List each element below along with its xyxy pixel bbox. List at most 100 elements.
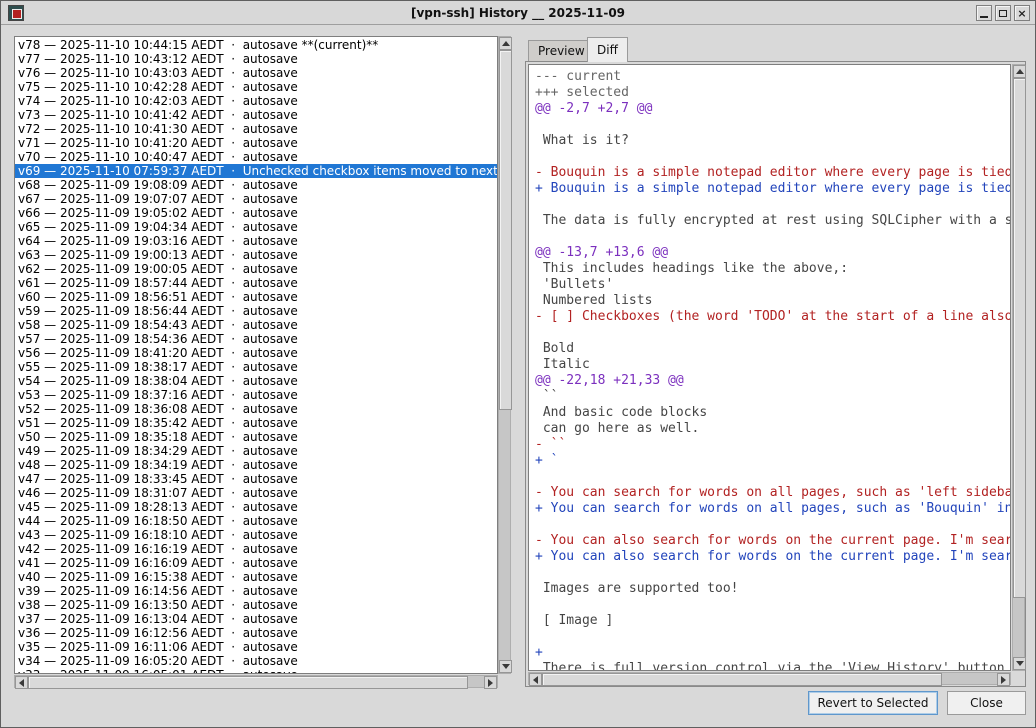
list-item[interactable]: v34 — 2025-11-09 16:05:20 AEDT · autosav…: [18, 654, 497, 668]
diff-line: @@ -2,7 +2,7 @@: [535, 101, 1010, 117]
list-item[interactable]: v49 — 2025-11-09 18:34:29 AEDT · autosav…: [18, 444, 497, 458]
close-button[interactable]: Close: [947, 691, 1026, 715]
list-item[interactable]: v57 — 2025-11-09 18:54:36 AEDT · autosav…: [18, 332, 497, 346]
history-horizontal-scrollbar[interactable]: [14, 675, 498, 688]
list-item[interactable]: v53 — 2025-11-09 18:37:16 AEDT · autosav…: [18, 388, 497, 402]
list-item[interactable]: v77 — 2025-11-10 10:43:12 AEDT · autosav…: [18, 52, 497, 66]
list-item[interactable]: v59 — 2025-11-09 18:56:44 AEDT · autosav…: [18, 304, 497, 318]
list-item[interactable]: v66 — 2025-11-09 19:05:02 AEDT · autosav…: [18, 206, 497, 220]
list-item[interactable]: v55 — 2025-11-09 18:38:17 AEDT · autosav…: [18, 360, 497, 374]
list-item[interactable]: v56 — 2025-11-09 18:41:20 AEDT · autosav…: [18, 346, 497, 360]
list-item[interactable]: v50 — 2025-11-09 18:35:18 AEDT · autosav…: [18, 430, 497, 444]
diff-line: [535, 325, 1010, 341]
revert-button-label: Revert to Selected: [818, 696, 929, 710]
list-item[interactable]: v45 — 2025-11-09 18:28:13 AEDT · autosav…: [18, 500, 497, 514]
scroll-up-arrow[interactable]: [1013, 65, 1026, 78]
diff-vertical-scrollbar[interactable]: [1012, 64, 1025, 671]
tab-diff[interactable]: Diff: [587, 37, 628, 62]
scroll-right-arrow[interactable]: [997, 673, 1010, 686]
scroll-right-arrow[interactable]: [484, 676, 497, 689]
diff-line: [535, 469, 1010, 485]
list-item[interactable]: v74 — 2025-11-10 10:42:03 AEDT · autosav…: [18, 94, 497, 108]
list-item[interactable]: v41 — 2025-11-09 16:16:09 AEDT · autosav…: [18, 556, 497, 570]
diff-line: - [ ] Checkboxes (the word 'TODO' at the…: [535, 309, 1010, 325]
scrollbar-thumb[interactable]: [542, 673, 942, 686]
history-window: [vpn-ssh] History __ 2025-11-09 × v78 — …: [0, 0, 1036, 728]
scroll-left-arrow[interactable]: [529, 673, 542, 686]
list-item[interactable]: v76 — 2025-11-10 10:43:03 AEDT · autosav…: [18, 66, 497, 80]
list-item[interactable]: v46 — 2025-11-09 18:31:07 AEDT · autosav…: [18, 486, 497, 500]
close-button-label: Close: [970, 696, 1003, 710]
history-list[interactable]: v78 — 2025-11-10 10:44:15 AEDT · autosav…: [14, 36, 498, 674]
diff-horizontal-scrollbar[interactable]: [528, 672, 1011, 685]
list-item[interactable]: v38 — 2025-11-09 16:13:50 AEDT · autosav…: [18, 598, 497, 612]
history-vertical-scrollbar[interactable]: [498, 36, 511, 674]
diff-line: There is full version control via the 'V…: [535, 661, 1010, 671]
diff-text: --- current+++ selected@@ -2,7 +2,7 @@ W…: [528, 64, 1011, 671]
diff-pane: --- current+++ selected@@ -2,7 +2,7 @@ W…: [525, 61, 1026, 687]
list-item[interactable]: v62 — 2025-11-09 19:00:05 AEDT · autosav…: [18, 262, 497, 276]
list-item[interactable]: v64 — 2025-11-09 19:03:16 AEDT · autosav…: [18, 234, 497, 248]
list-item[interactable]: v63 — 2025-11-09 19:00:13 AEDT · autosav…: [18, 248, 497, 262]
scrollbar-thumb[interactable]: [1013, 78, 1026, 598]
scrollbar-thumb[interactable]: [499, 50, 512, 410]
list-item[interactable]: v73 — 2025-11-10 10:41:42 AEDT · autosav…: [18, 108, 497, 122]
list-item[interactable]: v65 — 2025-11-09 19:04:34 AEDT · autosav…: [18, 220, 497, 234]
triangle-up-icon: [1016, 69, 1024, 74]
tab-preview[interactable]: Preview: [528, 40, 595, 61]
minimize-button[interactable]: [976, 5, 992, 21]
list-item[interactable]: v33 — 2025-11-09 16:05:01 AEDT · autosav…: [18, 668, 497, 674]
diff-line: The data is fully encrypted at rest usin…: [535, 213, 1010, 229]
list-item[interactable]: v47 — 2025-11-09 18:33:45 AEDT · autosav…: [18, 472, 497, 486]
scroll-down-arrow[interactable]: [499, 660, 512, 673]
triangle-up-icon: [502, 41, 510, 46]
titlebar[interactable]: [vpn-ssh] History __ 2025-11-09 ×: [1, 1, 1035, 25]
list-item[interactable]: v51 — 2025-11-09 18:35:42 AEDT · autosav…: [18, 416, 497, 430]
diff-line: [535, 629, 1010, 645]
list-item[interactable]: v69 — 2025-11-10 07:59:37 AEDT · Uncheck…: [15, 164, 497, 178]
diff-line: [535, 197, 1010, 213]
list-item[interactable]: v78 — 2025-11-10 10:44:15 AEDT · autosav…: [18, 38, 497, 52]
triangle-down-icon: [1016, 661, 1024, 666]
list-item[interactable]: v37 — 2025-11-09 16:13:04 AEDT · autosav…: [18, 612, 497, 626]
triangle-left-icon: [533, 676, 538, 684]
list-item[interactable]: v40 — 2025-11-09 16:15:38 AEDT · autosav…: [18, 570, 497, 584]
maximize-icon: [999, 10, 1007, 17]
list-item[interactable]: v44 — 2025-11-09 16:18:50 AEDT · autosav…: [18, 514, 497, 528]
diff-line: And basic code blocks: [535, 405, 1010, 421]
list-item[interactable]: v52 — 2025-11-09 18:36:08 AEDT · autosav…: [18, 402, 497, 416]
scroll-down-arrow[interactable]: [1013, 657, 1026, 670]
triangle-right-icon: [1001, 676, 1006, 684]
maximize-button[interactable]: [995, 5, 1011, 21]
scrollbar-thumb[interactable]: [28, 676, 468, 689]
list-item[interactable]: v67 — 2025-11-09 19:07:07 AEDT · autosav…: [18, 192, 497, 206]
titlebar-close-button[interactable]: ×: [1014, 5, 1030, 21]
diff-line: [535, 149, 1010, 165]
list-item[interactable]: v60 — 2025-11-09 18:56:51 AEDT · autosav…: [18, 290, 497, 304]
list-item[interactable]: v42 — 2025-11-09 16:16:19 AEDT · autosav…: [18, 542, 497, 556]
window-title: [vpn-ssh] History __ 2025-11-09: [1, 1, 1035, 25]
scroll-left-arrow[interactable]: [15, 676, 28, 689]
list-item[interactable]: v35 — 2025-11-09 16:11:06 AEDT · autosav…: [18, 640, 497, 654]
list-item[interactable]: v72 — 2025-11-10 10:41:30 AEDT · autosav…: [18, 122, 497, 136]
close-icon: ×: [1017, 7, 1026, 20]
diff-line: What is it?: [535, 133, 1010, 149]
list-item[interactable]: v61 — 2025-11-09 18:57:44 AEDT · autosav…: [18, 276, 497, 290]
list-item[interactable]: v70 — 2025-11-10 10:40:47 AEDT · autosav…: [18, 150, 497, 164]
scroll-up-arrow[interactable]: [499, 37, 512, 50]
list-item[interactable]: v54 — 2025-11-09 18:38:04 AEDT · autosav…: [18, 374, 497, 388]
revert-to-selected-button[interactable]: Revert to Selected: [808, 691, 938, 715]
diff-line: Bold: [535, 341, 1010, 357]
list-item[interactable]: v58 — 2025-11-09 18:54:43 AEDT · autosav…: [18, 318, 497, 332]
list-item[interactable]: v75 — 2025-11-10 10:42:28 AEDT · autosav…: [18, 80, 497, 94]
list-item[interactable]: v36 — 2025-11-09 16:12:56 AEDT · autosav…: [18, 626, 497, 640]
list-item[interactable]: v68 — 2025-11-09 19:08:09 AEDT · autosav…: [18, 178, 497, 192]
list-item[interactable]: v48 — 2025-11-09 18:34:19 AEDT · autosav…: [18, 458, 497, 472]
diff-line: - Bouquin is a simple notepad editor whe…: [535, 165, 1010, 181]
list-item[interactable]: v43 — 2025-11-09 16:18:10 AEDT · autosav…: [18, 528, 497, 542]
list-item[interactable]: v71 — 2025-11-10 10:41:20 AEDT · autosav…: [18, 136, 497, 150]
diff-line: can go here as well.: [535, 421, 1010, 437]
diff-line: [535, 517, 1010, 533]
list-item[interactable]: v39 — 2025-11-09 16:14:56 AEDT · autosav…: [18, 584, 497, 598]
diff-line: +++ selected: [535, 85, 1010, 101]
